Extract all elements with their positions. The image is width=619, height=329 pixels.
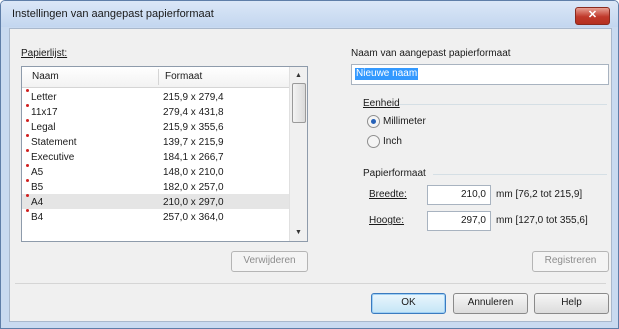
help-button[interactable]: Help xyxy=(534,293,609,314)
paper-size: 257,0 x 364,0 xyxy=(163,212,224,223)
unit-group-divider xyxy=(399,104,607,105)
delete-button[interactable]: Verwijderen xyxy=(231,251,308,272)
paper-name: 11x17 xyxy=(31,107,58,118)
paper-marker-icon xyxy=(26,164,29,167)
cancel-button[interactable]: Annuleren xyxy=(453,293,528,314)
title-bar: Instellingen van aangepast papierformaat… xyxy=(1,1,618,27)
list-item[interactable]: Letter 215,9 x 279,4 xyxy=(22,89,289,104)
dialog-window: Instellingen van aangepast papierformaat… xyxy=(0,0,619,329)
paper-size: 215,9 x 279,4 xyxy=(163,92,224,103)
button-separator xyxy=(15,283,606,284)
list-item[interactable]: Legal 215,9 x 355,6 xyxy=(22,119,289,134)
paper-name: A4 xyxy=(31,197,44,208)
paper-name: Legal xyxy=(31,122,56,133)
paper-list-scrollbar[interactable]: ▲ ▼ xyxy=(289,67,307,241)
paper-name: Statement xyxy=(31,137,77,148)
paper-list-label: Papierlijst: xyxy=(21,48,68,59)
list-item[interactable]: B5 182,0 x 257,0 xyxy=(22,179,289,194)
width-input[interactable]: 210,0 xyxy=(427,185,491,205)
paper-size: 279,4 x 431,8 xyxy=(163,107,224,118)
width-value: 210,0 xyxy=(460,189,486,200)
unit-group-label: Eenheid xyxy=(363,98,400,109)
column-divider[interactable] xyxy=(158,69,159,85)
list-item-selected[interactable]: A4 210,0 x 297,0 xyxy=(22,194,289,209)
window-title: Instellingen van aangepast papierformaat xyxy=(12,8,214,20)
width-range: mm [76,2 tot 215,9] xyxy=(496,189,583,200)
paper-name: Executive xyxy=(31,152,75,163)
list-item[interactable]: 11x17 279,4 x 431,8 xyxy=(22,104,289,119)
register-button[interactable]: Registreren xyxy=(532,251,609,272)
height-label: Hoogte: xyxy=(369,215,405,226)
height-value: 297,0 xyxy=(460,215,486,226)
custom-name-label: Naam van aangepast papierformaat xyxy=(351,48,511,59)
inch-label[interactable]: Inch xyxy=(383,136,402,147)
paper-size: 215,9 x 355,6 xyxy=(163,122,224,133)
custom-name-value: Nieuwe naam xyxy=(355,68,419,80)
list-item[interactable]: B4 257,0 x 364,0 xyxy=(22,209,289,224)
ok-button[interactable]: OK xyxy=(371,293,446,314)
column-header-name[interactable]: Naam xyxy=(32,71,59,82)
paper-marker-icon xyxy=(26,134,29,137)
paper-size: 210,0 x 297,0 xyxy=(163,197,224,208)
millimeter-label[interactable]: Millimeter xyxy=(383,116,426,127)
millimeter-radio[interactable] xyxy=(367,115,380,128)
custom-name-input[interactable]: Nieuwe naam xyxy=(351,64,609,85)
scroll-up-icon[interactable]: ▲ xyxy=(291,68,306,83)
column-header-size[interactable]: Formaat xyxy=(165,71,202,82)
paper-size-group-label: Papierformaat xyxy=(363,168,426,179)
height-input[interactable]: 297,0 xyxy=(427,211,491,231)
inch-radio[interactable] xyxy=(367,135,380,148)
width-label: Breedte: xyxy=(369,189,407,200)
paper-name: B4 xyxy=(31,212,44,223)
paper-size: 148,0 x 210,0 xyxy=(163,167,224,178)
list-item[interactable]: A5 148,0 x 210,0 xyxy=(22,164,289,179)
paper-name: B5 xyxy=(31,182,44,193)
list-item[interactable]: Statement 139,7 x 215,9 xyxy=(22,134,289,149)
paper-marker-icon xyxy=(26,104,29,107)
paper-marker-icon xyxy=(26,149,29,152)
paper-marker-icon xyxy=(26,89,29,92)
paper-marker-icon xyxy=(26,209,29,212)
paper-size: 139,7 x 215,9 xyxy=(163,137,224,148)
paper-marker-icon xyxy=(26,179,29,182)
paper-size: 184,1 x 266,7 xyxy=(163,152,224,163)
paper-name: Letter xyxy=(31,92,57,103)
close-button[interactable]: ✕ xyxy=(575,7,610,25)
paper-marker-icon xyxy=(26,194,29,197)
paper-name: A5 xyxy=(31,167,44,178)
scroll-thumb[interactable] xyxy=(292,83,306,123)
scroll-down-icon[interactable]: ▼ xyxy=(291,225,306,240)
list-item[interactable]: Executive 184,1 x 266,7 xyxy=(22,149,289,164)
paper-marker-icon xyxy=(26,119,29,122)
height-range: mm [127,0 tot 355,6] xyxy=(496,215,588,226)
paper-size: 182,0 x 257,0 xyxy=(163,182,224,193)
paper-size-group-divider xyxy=(433,174,607,175)
paper-list-header: Naam Formaat xyxy=(22,67,289,88)
paper-list[interactable]: Naam Formaat Letter 215,9 x 279,4 11x17 … xyxy=(21,66,308,242)
